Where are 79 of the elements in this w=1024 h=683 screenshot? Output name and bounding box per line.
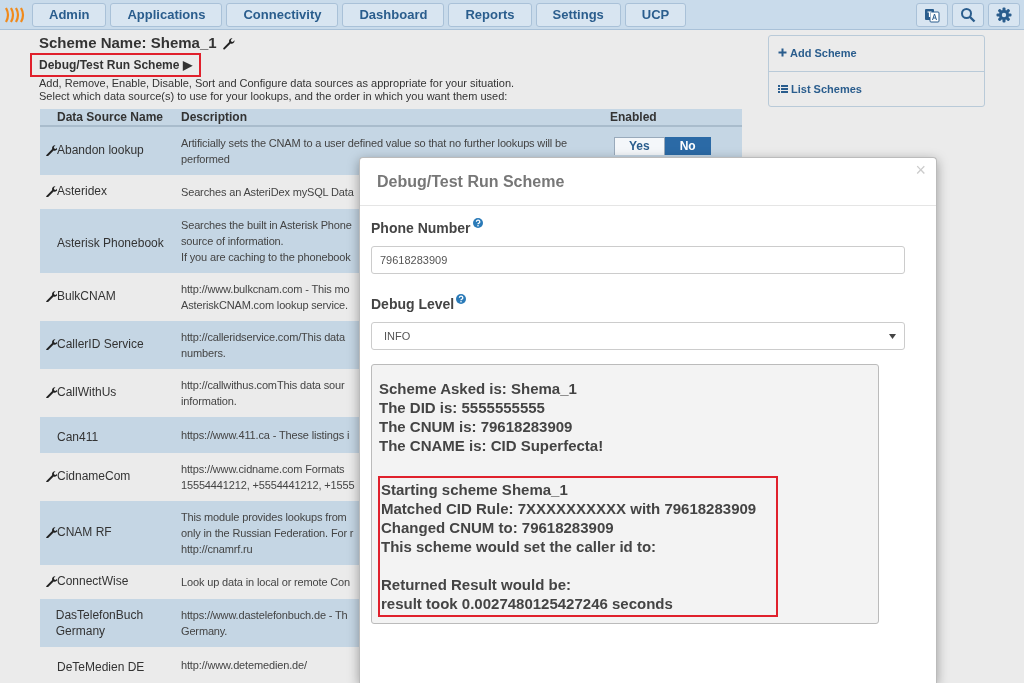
toggle-option[interactable]: No (664, 137, 711, 155)
help-icon (456, 294, 467, 304)
description-text: only in the Russian Federation. For r (181, 526, 354, 541)
source-name: DasTelefonBuch Germany (55, 607, 145, 639)
source-name: DeTeMedien DE (57, 659, 145, 675)
output-line: The CNUM is: 79618283909 (379, 417, 574, 436)
column-header: Description (181, 109, 247, 124)
menu-button[interactable]: Reports (448, 2, 532, 27)
list-icon (778, 83, 788, 94)
settings-icon (996, 6, 1012, 23)
translate-icon (924, 6, 940, 23)
dialog-title: Debug/Test Run Scheme (377, 171, 565, 192)
output-line: Changed CNUM to: 79618283909 (381, 518, 615, 537)
output-line: The DID is: 5555555555 (379, 398, 546, 417)
source-name: BulkCNAM (57, 288, 116, 304)
output-line: Returned Result would be: (381, 575, 572, 594)
source-name: CallWithUs (57, 384, 117, 400)
caret-icon (889, 333, 896, 339)
debug-level-select[interactable]: INFO (371, 322, 905, 350)
description-text: AsteriskCNAM.com lookup service. (181, 298, 348, 313)
description-text: If you are caching to the phonebook (181, 250, 351, 265)
search-icon (960, 6, 976, 23)
description-text: http://callwithus.comThis data sour (181, 378, 345, 393)
sidebar-item[interactable]: Add Scheme (769, 36, 984, 71)
description-text: information. (181, 394, 237, 409)
instruction-text: Select which data source(s) to use for your lookups, and the order in which you want them used: (39, 90, 509, 103)
wrench-icon (221, 36, 235, 50)
debug-link[interactable]: Debug/Test Run Scheme ▶ (30, 53, 201, 77)
description-text: http://www.bulkcnam.com - This mo (181, 282, 350, 297)
description-text: source of information. (181, 234, 284, 249)
scheme-title: Scheme Name: Shema_1 (39, 33, 217, 53)
description-text: Searches an AsteriDex mySQL Data (181, 185, 354, 200)
menu-button[interactable]: UCP (624, 2, 687, 27)
description-text: http://cnamrf.ru (181, 542, 253, 557)
column-header: Enabled (610, 109, 657, 124)
description-text: https://www.dastelefonbuch.de - Th (181, 608, 348, 623)
source-name: CallerID Service (57, 336, 144, 352)
description-text: Searches the built in Asterisk Phone (181, 218, 352, 233)
instruction-text: Add, Remove, Enable, Disable, Sort and Configure data sources as appropriate for your situation. (39, 77, 516, 90)
field-label: Phone Number (371, 219, 471, 238)
toggle-option[interactable]: Yes (614, 137, 665, 155)
menu-button[interactable]: Connectivity (226, 2, 339, 27)
output-line: The CNAME is: CID Superfecta! (379, 436, 605, 455)
source-name: CNAM RF (57, 524, 112, 540)
description-text: numbers. (181, 346, 226, 361)
source-name: ConnectWise (57, 573, 129, 589)
settings-button[interactable] (988, 2, 1020, 27)
menu-button[interactable]: Admin (32, 2, 107, 27)
description-text: 15554441212, +5554441212, +1555 (181, 478, 355, 493)
source-name: Asterisk Phonebook (57, 235, 164, 251)
output-line: Scheme Asked is: Shema_1 (379, 379, 578, 398)
search-button[interactable] (952, 2, 984, 27)
description-text: This module provides lookups from (181, 510, 347, 525)
menu-button[interactable]: Dashboard (342, 2, 445, 27)
translate-button[interactable] (916, 2, 948, 27)
description-text: http://www.detemedien.de/ (181, 658, 307, 673)
plus-icon (778, 48, 787, 59)
phone-number-field[interactable]: 79618283909 (371, 246, 905, 274)
description-text: http://calleridservice.com/This data (181, 330, 345, 345)
field-label: Debug Level (371, 295, 455, 314)
help-icon (472, 218, 483, 228)
source-name: Can411 (57, 429, 99, 445)
column-header: Data Source Name (57, 109, 164, 124)
description-text: performed (181, 152, 230, 167)
output-line: This scheme would set the caller id to: (381, 537, 658, 556)
description-text: https://www.cidname.com Formats (181, 462, 345, 477)
source-name: CidnameCom (57, 468, 131, 484)
description-text: Look up data in local or remote Con (181, 575, 351, 590)
menu-button[interactable]: Applications (110, 2, 223, 27)
description-text: Germany. (181, 624, 228, 639)
menu-button[interactable]: Settings (535, 2, 621, 27)
description-text: https://www.411.ca - These listings i (181, 428, 350, 443)
source-name: Asteridex (57, 183, 108, 199)
output-line: result took 0.0027480125427246 seconds (381, 594, 674, 613)
output-line: Starting scheme Shema_1 (381, 480, 569, 499)
sidebar-item[interactable]: List Schemes (769, 70, 984, 106)
output-line: Matched CID Rule: 7XXXXXXXXXX with 79618283909 (381, 499, 757, 518)
source-name: Abandon lookup (57, 142, 144, 158)
description-text: Artificially sets the CNAM to a user defined value so that no further lookups will be (181, 136, 567, 151)
